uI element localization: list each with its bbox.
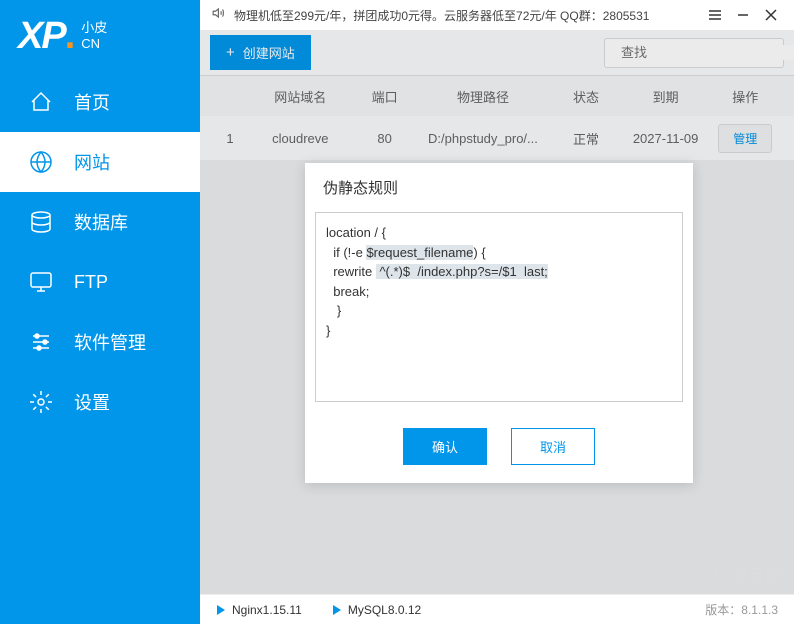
sidebar-item-database[interactable]: 数据库: [0, 192, 200, 252]
speaker-icon: [212, 6, 226, 25]
home-icon: [28, 89, 54, 115]
rewrite-code-textarea[interactable]: location / { if (!-e $request_filename) …: [315, 212, 683, 402]
cancel-button[interactable]: 取消: [511, 428, 595, 465]
close-button[interactable]: [764, 8, 778, 22]
logo-dot: .: [65, 15, 76, 58]
sliders-icon: [28, 329, 54, 355]
window-controls: [708, 8, 782, 22]
database-icon: [28, 209, 54, 235]
gear-icon: [28, 389, 54, 415]
watermark: 亿速互联: [712, 563, 784, 589]
sidebar-item-label: FTP: [74, 272, 108, 293]
sidebar-item-home[interactable]: 首页: [0, 72, 200, 132]
logo-subtitle: 小皮 CN: [81, 20, 107, 51]
modal-title: 伪静态规则: [305, 163, 693, 212]
play-icon: [216, 605, 226, 615]
version-text: 版本：8.1.1.3: [705, 601, 778, 618]
sidebar-item-label: 设置: [74, 389, 110, 415]
rewrite-rules-modal: 伪静态规则 location / { if (!-e $request_file…: [305, 163, 693, 483]
play-icon: [332, 605, 342, 615]
confirm-button[interactable]: 确认: [403, 428, 487, 465]
announcement-text: 物理机低至299元/年，拼团成功0元得。云服务器低至72元/年 QQ群：2805…: [234, 7, 708, 24]
service-nginx[interactable]: Nginx1.15.11: [216, 603, 302, 617]
monitor-icon: [28, 269, 54, 295]
sidebar-item-label: 数据库: [74, 209, 128, 235]
topbar: 物理机低至299元/年，拼团成功0元得。云服务器低至72元/年 QQ群：2805…: [200, 0, 794, 30]
logo-main: XP: [18, 15, 65, 58]
sidebar-item-ftp[interactable]: FTP: [0, 252, 200, 312]
sidebar: XP. 小皮 CN 首页 网站 数据库 FTP 软件管理 设置: [0, 0, 200, 624]
sidebar-item-label: 软件管理: [74, 329, 146, 355]
sidebar-item-label: 网站: [74, 149, 110, 175]
logo: XP. 小皮 CN: [0, 0, 200, 72]
minimize-button[interactable]: [736, 8, 750, 22]
sidebar-item-settings[interactable]: 设置: [0, 372, 200, 432]
globe-icon: [28, 149, 54, 175]
sidebar-item-website[interactable]: 网站: [0, 132, 200, 192]
statusbar: Nginx1.15.11 MySQL8.0.12 版本：8.1.1.3: [200, 594, 794, 624]
service-mysql[interactable]: MySQL8.0.12: [332, 603, 421, 617]
sidebar-item-label: 首页: [74, 89, 110, 115]
menu-button[interactable]: [708, 8, 722, 22]
sidebar-item-software[interactable]: 软件管理: [0, 312, 200, 372]
